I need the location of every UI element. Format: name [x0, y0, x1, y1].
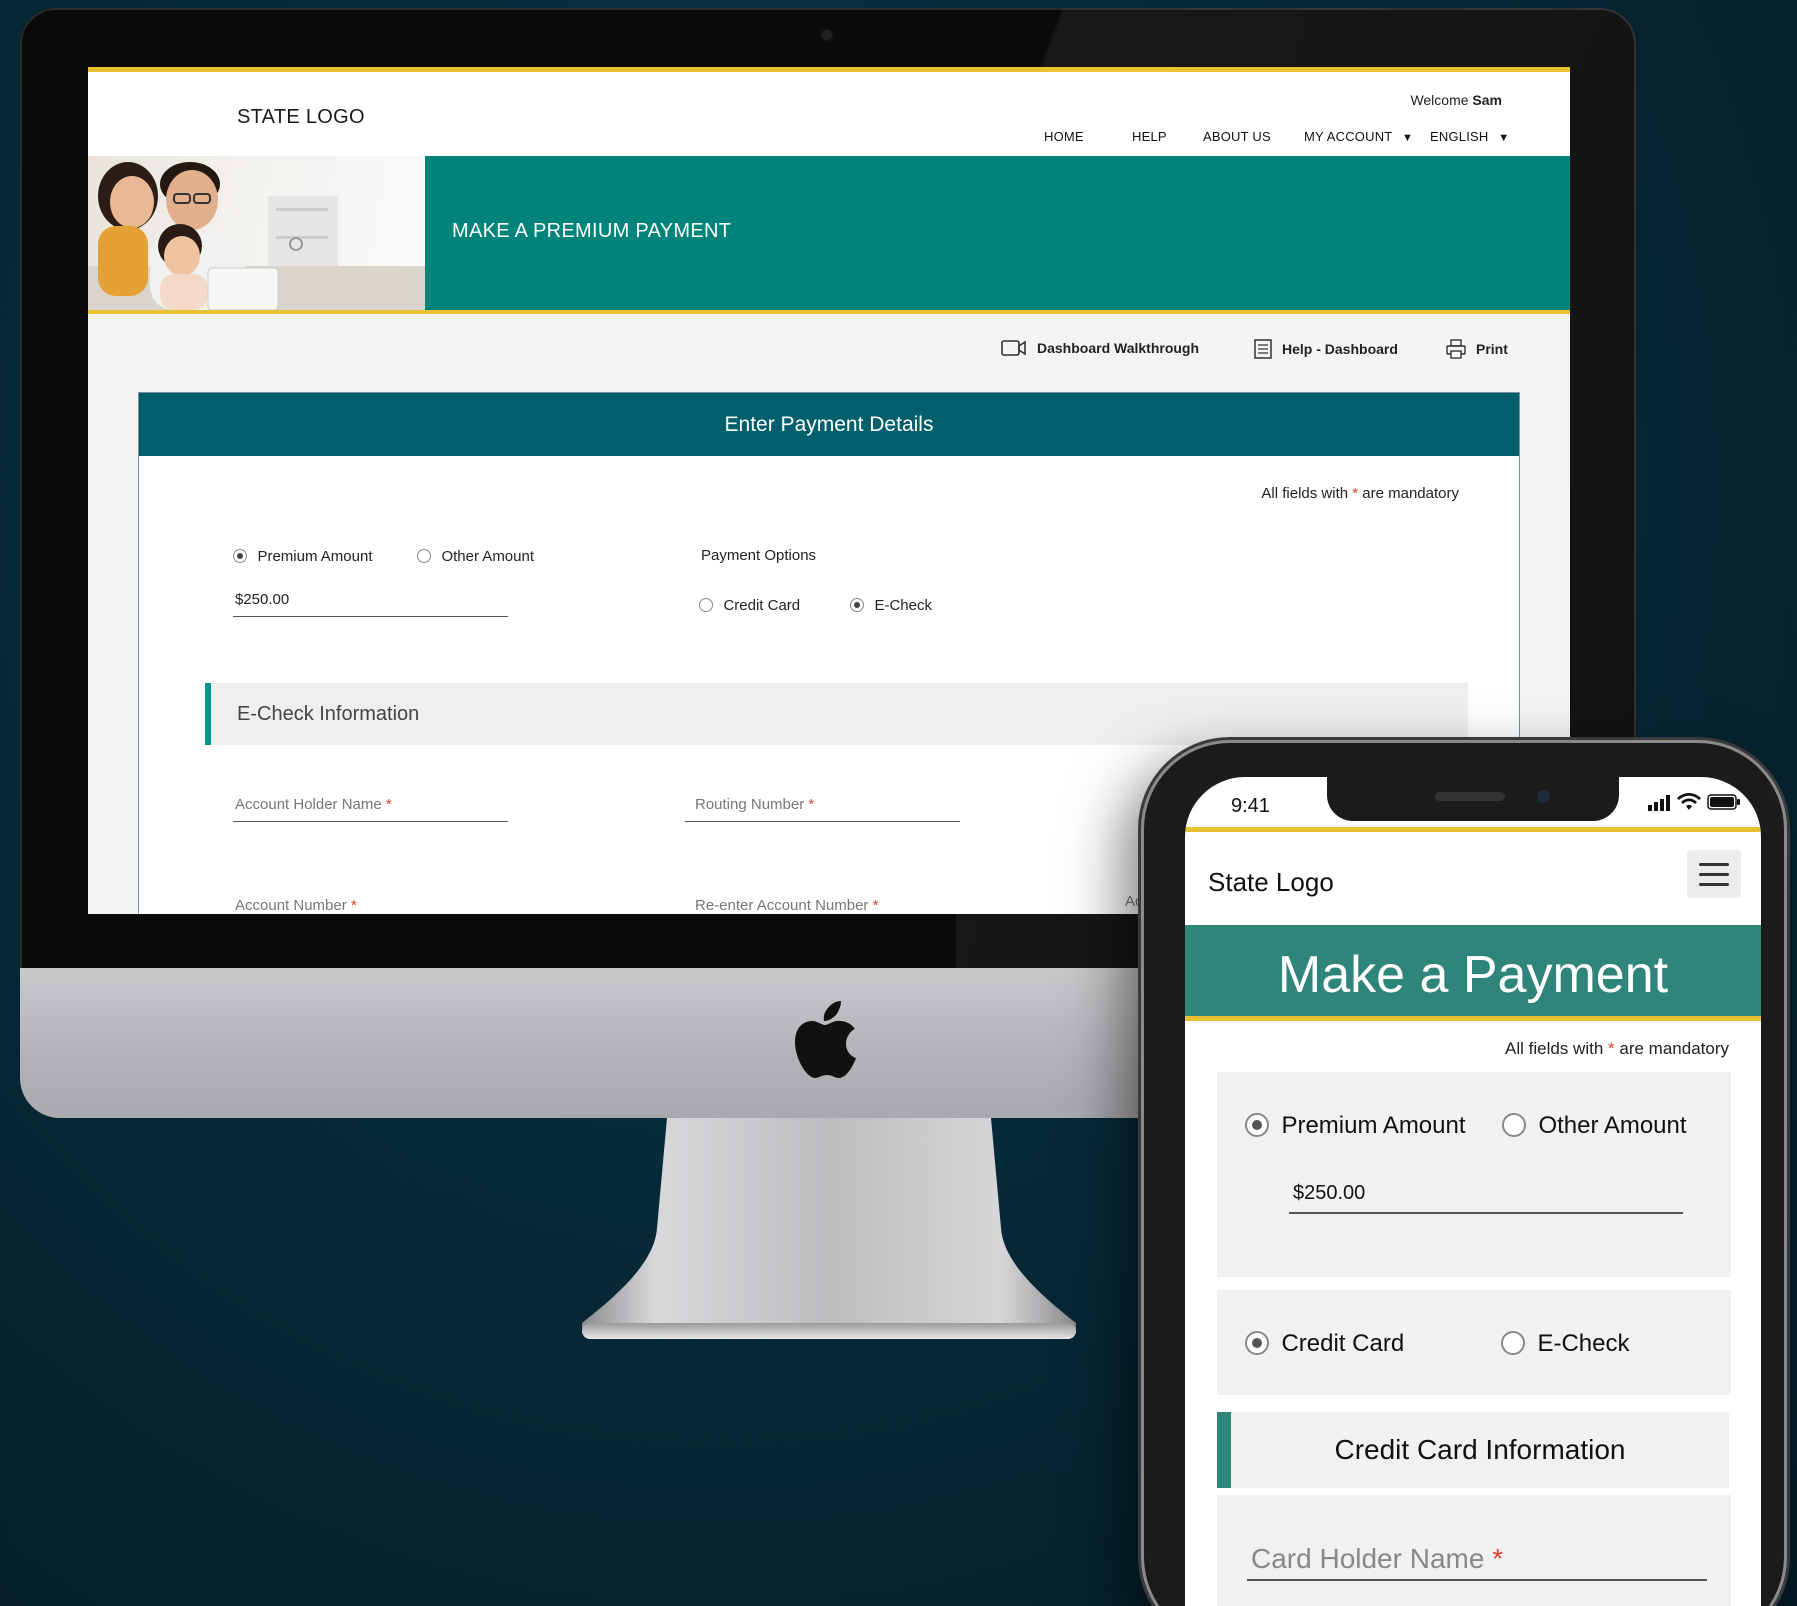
- nav-home[interactable]: HOME: [1044, 129, 1084, 144]
- print-label: Print: [1476, 341, 1508, 357]
- nav-my-account[interactable]: MY ACCOUNT ▼: [1304, 129, 1413, 144]
- reenter-account-number-placeholder[interactable]: Re-enter Account Number *: [695, 897, 878, 914]
- battery-icon: [1707, 794, 1741, 815]
- phone-credit-card-radio[interactable]: Credit Card: [1245, 1330, 1404, 1358]
- credit-card-label: Credit Card: [1281, 1330, 1405, 1357]
- other-amount-radio[interactable]: Other Amount: [417, 548, 534, 566]
- document-icon: [1254, 339, 1272, 359]
- credit-card-section-header: Credit Card Information: [1217, 1412, 1729, 1488]
- payment-option-card: Credit Card E-Check: [1217, 1290, 1731, 1395]
- amount-input[interactable]: $250.00: [233, 587, 508, 617]
- amount-card: Premium Amount Other Amount $250.00: [1217, 1072, 1731, 1277]
- apple-logo-icon: [795, 1001, 856, 1078]
- radio-unselected-icon: [1502, 1113, 1526, 1137]
- other-amount-label: Other Amount: [1538, 1112, 1687, 1139]
- phone-premium-amount-radio[interactable]: Premium Amount: [1245, 1112, 1466, 1140]
- site-header: STATE LOGO Welcome Sam HOME HELP ABOUT U…: [88, 67, 1570, 156]
- radio-selected-icon: [850, 598, 864, 612]
- hamburger-menu-icon[interactable]: [1687, 850, 1741, 898]
- phone-banner: Make a Payment: [1185, 925, 1761, 1021]
- credit-card-label: Credit Card: [723, 597, 801, 614]
- wifi-icon: [1677, 793, 1701, 816]
- page-banner: MAKE A PREMIUM PAYMENT: [88, 156, 1570, 314]
- print-link[interactable]: Print: [1446, 339, 1508, 359]
- e-check-radio[interactable]: E-Check: [850, 597, 932, 615]
- mandatory-prefix: All fields with: [1261, 485, 1349, 502]
- welcome-user: Sam: [1472, 92, 1502, 108]
- e-check-section-header: E-Check Information: [205, 683, 1468, 745]
- e-check-label: E-Check: [1537, 1330, 1630, 1357]
- routing-number-input[interactable]: Routing Number *: [685, 788, 960, 822]
- radio-unselected-icon: [699, 598, 713, 612]
- mandatory-suffix: are mandatory: [1362, 485, 1459, 502]
- radio-selected-icon: [233, 549, 247, 563]
- phone-section-title: Credit Card Information: [1334, 1434, 1626, 1465]
- nav-about-us[interactable]: ABOUT US: [1203, 129, 1271, 144]
- video-camera-icon: [1001, 340, 1026, 356]
- state-logo[interactable]: STATE LOGO: [237, 106, 365, 129]
- mandatory-note: All fields with * are mandatory: [1261, 485, 1459, 502]
- account-holder-name-input[interactable]: Account Holder Name *: [233, 788, 508, 822]
- card-holder-card: Card Holder Name *: [1217, 1495, 1731, 1606]
- family-photo: [88, 156, 425, 310]
- panel-title: Enter Payment Details: [139, 393, 1519, 456]
- radio-selected-icon: [1245, 1113, 1269, 1137]
- imac-stand: [582, 1118, 1076, 1339]
- credit-card-radio[interactable]: Credit Card: [699, 597, 800, 615]
- nav-language[interactable]: ENGLISH ▼: [1430, 129, 1509, 144]
- radio-unselected-icon: [417, 549, 431, 563]
- status-time: 9:41: [1231, 795, 1270, 817]
- routing-number-placeholder: Routing Number *: [695, 796, 815, 813]
- card-holder-placeholder: Card Holder Name *: [1251, 1543, 1504, 1574]
- nav-help[interactable]: HELP: [1132, 129, 1167, 144]
- caret-down-icon: ▼: [1498, 132, 1510, 144]
- amount-value: $250.00: [235, 591, 290, 608]
- dashboard-walkthrough-label: Dashboard Walkthrough: [1037, 340, 1200, 356]
- account-number-placeholder[interactable]: Account Number *: [235, 897, 357, 914]
- premium-amount-label: Premium Amount: [1281, 1112, 1466, 1139]
- section-title: E-Check Information: [237, 703, 420, 725]
- phone-state-logo[interactable]: State Logo: [1208, 867, 1334, 898]
- account-holder-placeholder: Account Holder Name *: [235, 796, 392, 813]
- card-holder-name-input[interactable]: Card Holder Name *: [1247, 1535, 1707, 1581]
- partial-field-label: Ac: [1125, 893, 1143, 910]
- welcome-message: Welcome Sam: [1410, 92, 1502, 108]
- welcome-prefix: Welcome: [1410, 92, 1469, 108]
- caret-down-icon: ▼: [1402, 132, 1414, 144]
- dashboard-walkthrough-link[interactable]: Dashboard Walkthrough: [1001, 339, 1199, 357]
- premium-amount-radio[interactable]: Premium Amount: [233, 548, 373, 566]
- phone-notch: [1327, 777, 1619, 821]
- phone-e-check-radio[interactable]: E-Check: [1501, 1330, 1629, 1358]
- help-dashboard-label: Help - Dashboard: [1282, 341, 1398, 357]
- required-star: *: [1608, 1039, 1615, 1058]
- phone-other-amount-radio[interactable]: Other Amount: [1502, 1112, 1687, 1140]
- printer-icon: [1446, 339, 1466, 359]
- phone-mandatory-note: All fields with * are mandatory: [1505, 1039, 1729, 1058]
- phone-amount-input[interactable]: $250.00: [1289, 1176, 1683, 1214]
- payment-options-label: Payment Options: [701, 547, 817, 564]
- phone-page-title: Make a Payment: [1277, 946, 1669, 1004]
- nav-language-label: ENGLISH: [1430, 129, 1489, 144]
- radio-selected-icon: [1245, 1331, 1269, 1355]
- camera-dot: [822, 30, 832, 40]
- e-check-label: E-Check: [874, 597, 932, 614]
- radio-unselected-icon: [1501, 1331, 1525, 1355]
- phone-screen: 9:41 State Logo Make a Payment All field…: [1185, 777, 1761, 1606]
- premium-amount-label: Premium Amount: [257, 548, 373, 565]
- help-dashboard-link[interactable]: Help - Dashboard: [1254, 339, 1398, 359]
- required-star: *: [1352, 485, 1359, 502]
- other-amount-label: Other Amount: [441, 548, 535, 565]
- nav-my-account-label: MY ACCOUNT: [1304, 129, 1393, 144]
- signal-icon: [1648, 795, 1674, 816]
- phone-amount-value: $250.00: [1293, 1182, 1366, 1204]
- page-title: MAKE A PREMIUM PAYMENT: [452, 220, 732, 242]
- header-accent: [1185, 827, 1761, 832]
